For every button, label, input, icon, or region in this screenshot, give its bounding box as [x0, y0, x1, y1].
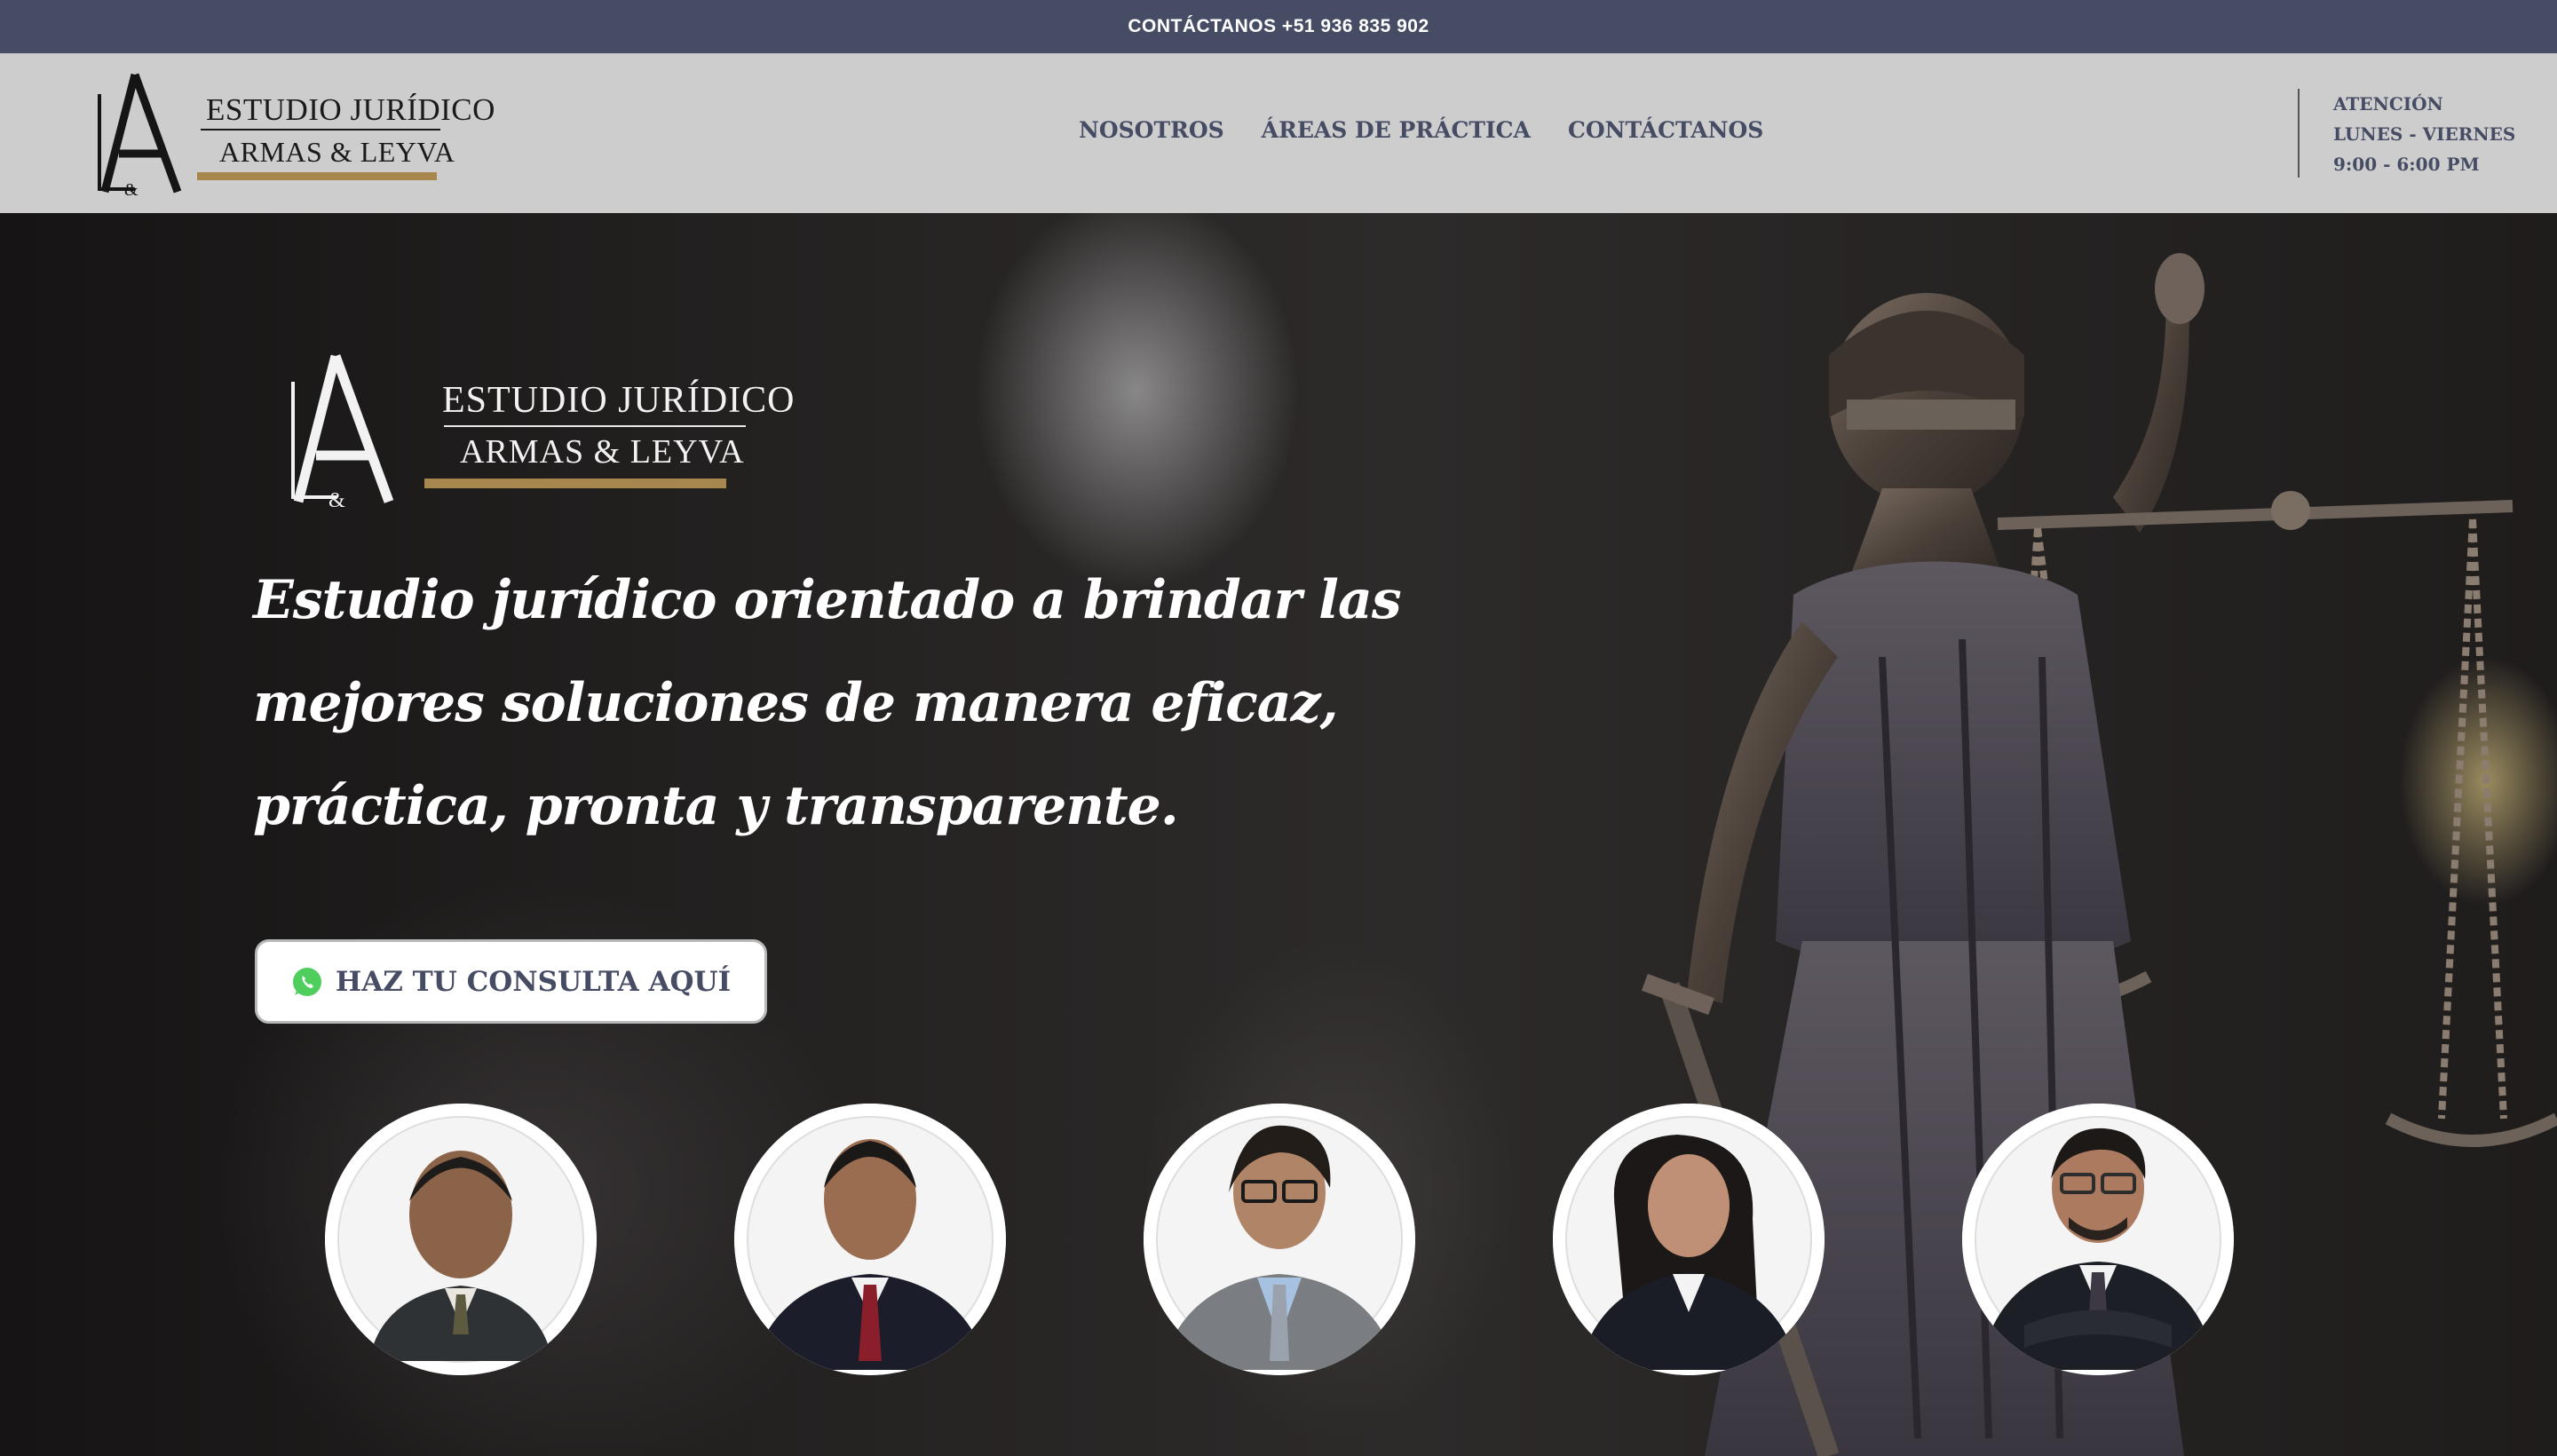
nav-item-areas-de-practica[interactable]: ÁREAS DE PRÁCTICA [1262, 117, 1531, 143]
lawyer-photo [1962, 1104, 2234, 1375]
svg-text:&: & [329, 489, 345, 509]
consult-button-label: HAZ TU CONSULTA AQUÍ [335, 965, 732, 998]
team-member-avatar[interactable] [1962, 1104, 2234, 1375]
logo-text-line2: ARMAS & LEYVA [219, 136, 455, 168]
nav-item-nosotros[interactable]: NOSOTROS [1079, 117, 1224, 143]
consult-button[interactable]: HAZ TU CONSULTA AQUÍ [255, 939, 767, 1024]
team-member-avatar[interactable] [1144, 1104, 1415, 1375]
hours-time: 9:00 - 6:00 PM [2333, 154, 2480, 175]
lawyer-photo [325, 1104, 597, 1375]
hero-section: & ESTUDIO JURÍDICO ARMAS & LEYVA Estudio… [0, 213, 2557, 1456]
hours-days: LUNES - VIERNES [2333, 123, 2516, 145]
lawyer-photo [734, 1104, 1006, 1375]
hero-logo-divider [444, 425, 746, 427]
team-member-avatar[interactable] [1553, 1104, 1825, 1375]
hero-logo: & ESTUDIO JURÍDICO ARMAS & LEYVA [266, 351, 795, 510]
team-member-avatar[interactable] [325, 1104, 597, 1375]
svg-text:&: & [124, 180, 139, 198]
header-logo[interactable]: & ESTUDIO JURÍDICO ARMAS & LEYVA [80, 69, 495, 198]
hero-logo-text-line1: ESTUDIO JURÍDICO [442, 380, 796, 421]
hero-tagline: Estudio jurídico orientado a brindar las… [253, 569, 1402, 837]
lawyer-photo [1144, 1104, 1415, 1375]
office-hours: ATENCIÓN LUNES - VIERNES 9:00 - 6:00 PM [2298, 89, 2515, 178]
logo-gold-rule [197, 172, 437, 180]
top-contact-text[interactable]: CONTÁCTANOS +51 936 835 902 [1128, 16, 1429, 37]
lawyer-photo [1553, 1104, 1825, 1375]
logo-divider [201, 129, 440, 131]
hero-logo-text-line2: ARMAS & LEYVA [460, 433, 745, 471]
whatsapp-icon [292, 967, 321, 996]
hero-logo-gold-rule [424, 479, 726, 488]
main-nav: NOSOTROS ÁREAS DE PRÁCTICA CONTÁCTANOS [1079, 117, 1763, 143]
team-member-avatar[interactable] [734, 1104, 1006, 1375]
logo-text-line1: ESTUDIO JURÍDICO [206, 92, 495, 127]
hours-title: ATENCIÓN [2333, 93, 2443, 115]
hero-logo-monogram: & [291, 354, 394, 509]
nav-item-contactanos[interactable]: CONTÁCTANOS [1568, 117, 1763, 143]
site-header: & ESTUDIO JURÍDICO ARMAS & LEYVA NOSOTRO… [0, 53, 2557, 213]
top-contact-bar: CONTÁCTANOS +51 936 835 902 [0, 0, 2557, 53]
logo-monogram: & [98, 73, 182, 198]
